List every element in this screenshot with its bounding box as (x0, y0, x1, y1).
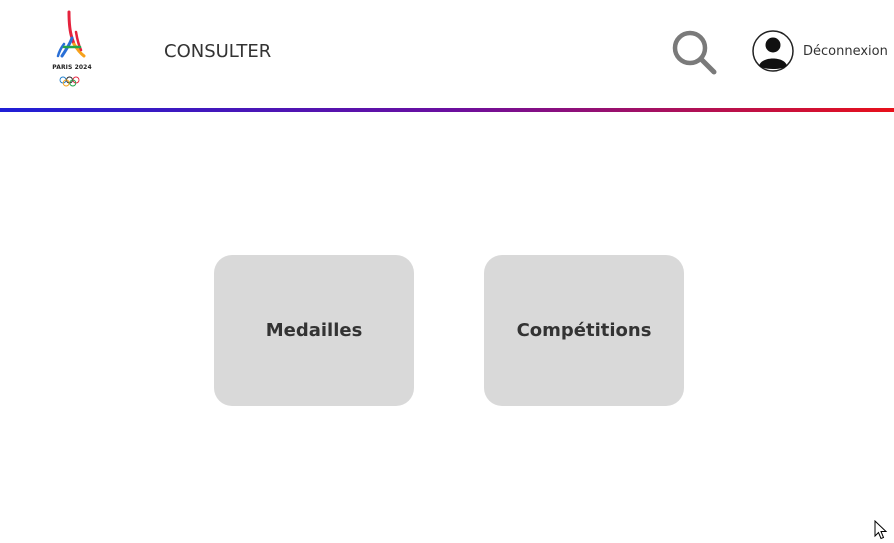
mouse-cursor-icon (874, 519, 888, 540)
logo-text: PARIS 2024 (52, 64, 92, 71)
nav-consulter-link[interactable]: CONSULTER (164, 41, 271, 62)
paris-2024-logo[interactable]: PARIS 2024 (50, 10, 94, 88)
competitions-card[interactable]: Compétitions (484, 255, 684, 406)
header-divider (0, 108, 894, 112)
medailles-label: Medailles (265, 320, 363, 341)
header: PARIS 2024 CONSULTER Déconnexion (0, 0, 894, 108)
medailles-card[interactable]: Medailles (214, 255, 414, 406)
logout-link[interactable]: Déconnexion (803, 44, 888, 59)
search-icon[interactable] (670, 28, 718, 76)
competitions-label: Compétitions (516, 320, 652, 341)
user-avatar-icon[interactable] (752, 30, 794, 72)
